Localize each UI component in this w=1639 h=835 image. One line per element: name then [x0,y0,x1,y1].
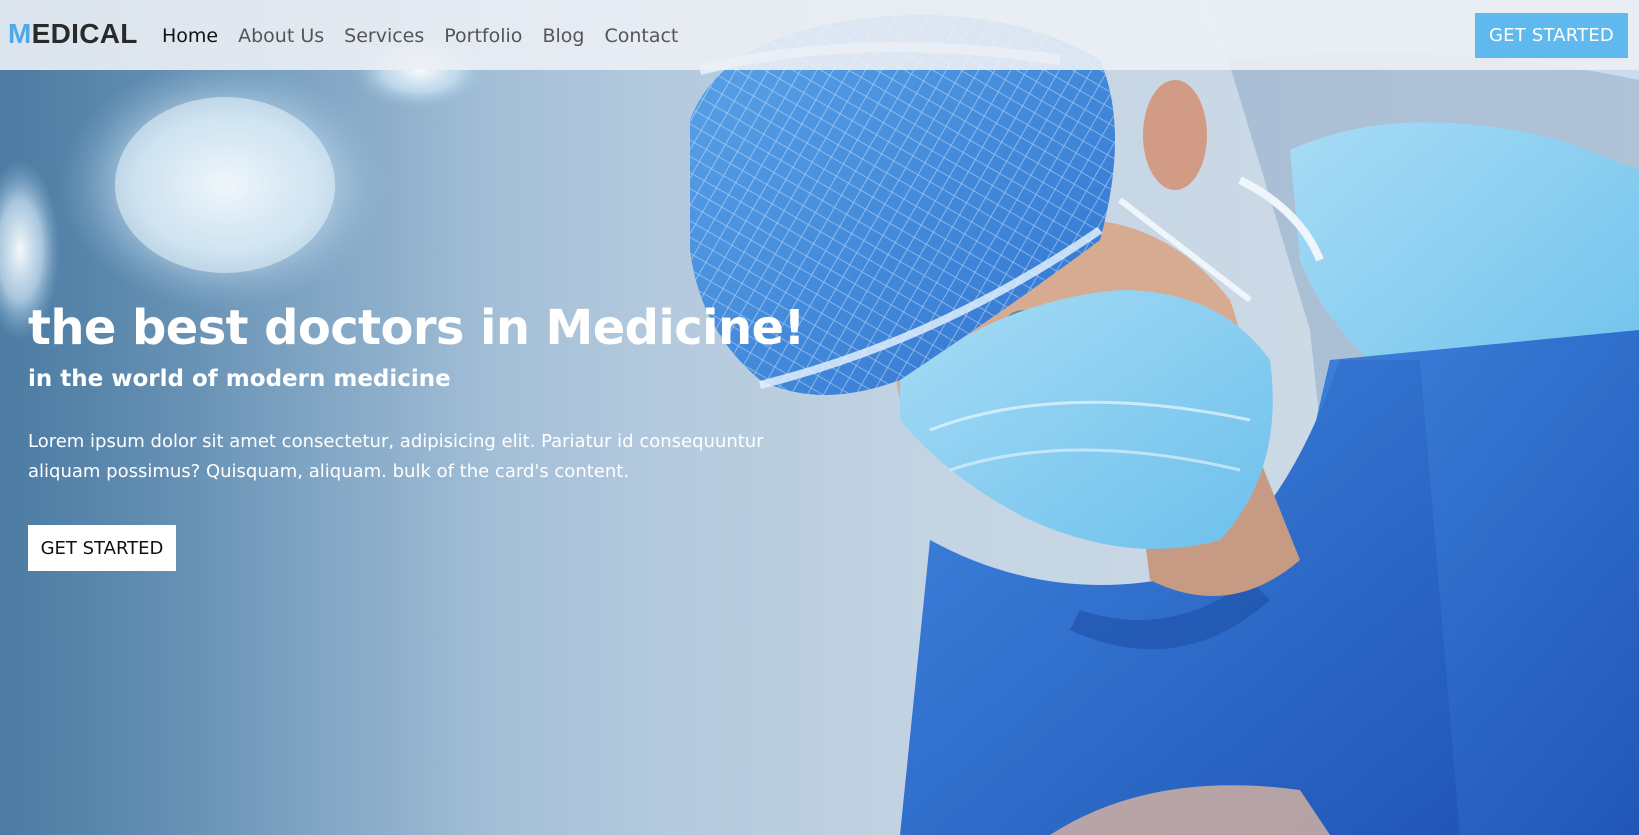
hero-description: Lorem ipsum dolor sit amet consectetur, … [28,431,764,482]
logo-accent-letter: M [8,18,32,49]
hero-get-started-button[interactable]: GET STARTED [28,525,176,571]
nav-portfolio-link[interactable]: Portfolio [444,22,522,50]
nav-home-link[interactable]: Home [162,22,218,50]
brand-logo[interactable]: MEDICAL [8,20,138,48]
nav-about-link[interactable]: About Us [238,22,324,50]
logo-text: EDICAL [31,18,138,49]
nav-services-link[interactable]: Services [344,22,424,50]
navbar-get-started-button[interactable]: GET STARTED [1475,13,1628,58]
nav-blog-link[interactable]: Blog [542,22,584,50]
navbar: MEDICAL Home About Us Services Portfolio… [0,0,1639,70]
surgeons-illustration [0,0,1639,835]
nav-contact-link[interactable]: Contact [604,22,678,50]
hero-background-image [0,0,1639,835]
hero-title-emphasis: Medicine! [545,300,806,356]
hero-subtitle: in the world of modern medicine [28,366,451,392]
hero-title: the best doctors in Medicine! [28,300,805,356]
main-navigation: Home About Us Services Portfolio Blog Co… [162,22,698,50]
hero-title-text: the best doctors in [28,300,530,356]
